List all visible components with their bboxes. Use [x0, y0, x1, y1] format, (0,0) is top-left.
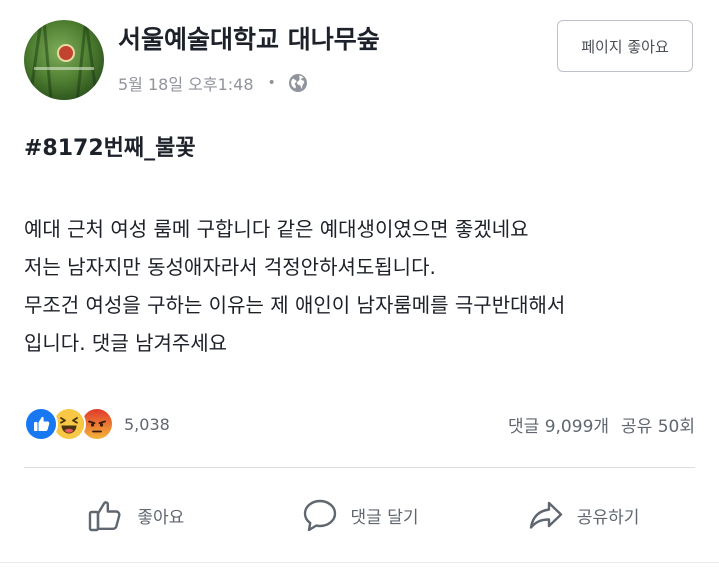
comment-icon: [303, 499, 336, 532]
share-label: 공유하기: [576, 507, 640, 528]
page-name[interactable]: 서울예술대학교 대나무숲: [118, 20, 380, 56]
post-action-bar: 좋아요 댓글 달기 공유하기: [24, 470, 695, 560]
share-count[interactable]: 공유 50회: [621, 412, 695, 437]
meta-separator: •: [267, 75, 276, 91]
comment-button[interactable]: 댓글 달기: [248, 470, 472, 560]
reaction-count: 5,038: [124, 414, 170, 434]
post-body-line: 무조건 여성을 구하는 이유는 제 애인이 남자룸메를 극구반대해서: [24, 293, 566, 317]
page-avatar[interactable]: [24, 20, 104, 100]
reactions-summary[interactable]: 5,038: [24, 406, 170, 442]
bottom-divider: [0, 562, 719, 563]
post-body-line: 저는 남자지만 동성애자라서 걱정안하셔도됩니다.: [24, 255, 436, 279]
share-arrow-icon: [529, 501, 563, 529]
thumbs-up-icon: [89, 501, 121, 532]
comment-label: 댓글 달기: [350, 507, 419, 528]
share-button[interactable]: 공유하기: [471, 470, 695, 560]
globe-icon: [288, 73, 308, 93]
comment-share-counts: 댓글 9,099개 공유 50회: [508, 406, 695, 442]
like-icon: [24, 407, 58, 441]
like-button[interactable]: 좋아요: [24, 470, 248, 560]
post-body: 예대 근처 여성 룸메 구합니다 같은 예대생이였으면 좋겠네요 저는 남자지만…: [24, 210, 704, 362]
post-meta: 5월 18일 오후1:48 •: [118, 70, 308, 96]
like-label: 좋아요: [137, 507, 185, 528]
comment-count[interactable]: 댓글 9,099개: [508, 412, 609, 437]
actions-divider: [24, 467, 695, 468]
post-body-line: 예대 근처 여성 룸메 구합니다 같은 예대생이였으면 좋겠네요: [24, 217, 529, 241]
post-header: 서울예술대학교 대나무숲 5월 18일 오후1:48 • 페이지 좋아요: [0, 0, 719, 110]
post-hashtag[interactable]: #8172번째_불꽃: [24, 130, 196, 162]
post-stats: 5,038 댓글 9,099개 공유 50회: [24, 406, 695, 442]
post-body-line: 입니다. 댓글 남겨주세요: [24, 331, 228, 355]
post-timestamp[interactable]: 5월 18일 오후1:48: [118, 71, 254, 95]
page-logo-emblem: [57, 44, 75, 62]
like-page-button[interactable]: 페이지 좋아요: [557, 20, 693, 72]
